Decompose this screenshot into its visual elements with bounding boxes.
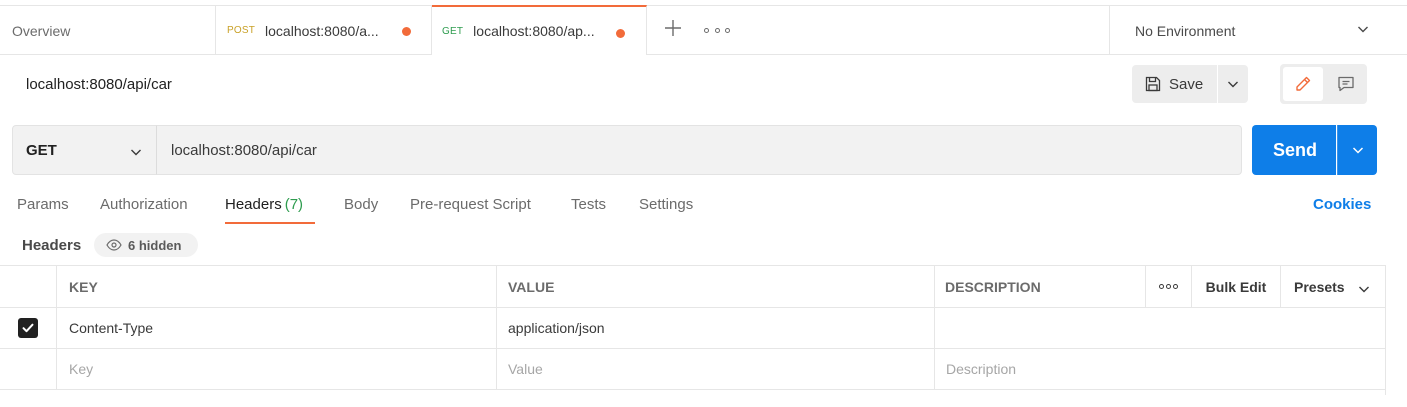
row-check-cell [0, 349, 57, 389]
more-icon [704, 27, 709, 33]
headers-table: KEY VALUE DESCRIPTION Bulk Edit Presets … [0, 265, 1386, 395]
tab-post-method: POST [227, 25, 256, 36]
tab-params[interactable]: Params [17, 196, 69, 213]
column-value: VALUE [497, 266, 935, 307]
url-input[interactable] [156, 125, 1242, 175]
new-description-input[interactable]: Description [935, 349, 1386, 389]
tab-headers[interactable]: Headers (7) [225, 196, 303, 213]
table-row: Content-Type application/json [0, 308, 1386, 349]
new-key-input[interactable]: Key [57, 349, 497, 389]
view-mode-toggle [1280, 64, 1367, 104]
header-check-cell [0, 266, 57, 307]
save-icon [1145, 76, 1161, 92]
active-tab-indicator [225, 222, 315, 224]
chevron-down-icon [1352, 147, 1363, 154]
presets-label: Presets [1294, 278, 1345, 295]
tab-authorization[interactable]: Authorization [100, 196, 188, 213]
plus-icon [665, 20, 681, 36]
header-enabled-checkbox[interactable] [18, 318, 38, 338]
chevron-down-icon [1359, 286, 1369, 293]
column-key: KEY [57, 266, 497, 307]
tab-headers-label: Headers [225, 196, 282, 213]
table-row-new: Key Value Description [0, 349, 1386, 390]
tab-settings[interactable]: Settings [639, 196, 693, 213]
tab-tests[interactable]: Tests [571, 196, 606, 213]
chevron-down-icon [131, 149, 141, 156]
header-key-cell[interactable]: Content-Type [57, 308, 497, 348]
header-description-cell[interactable] [935, 308, 1386, 348]
more-icon [1159, 284, 1178, 289]
hidden-headers-toggle[interactable]: 6 hidden [94, 233, 198, 257]
hidden-count-label: 6 hidden [128, 237, 182, 253]
unsaved-dot [402, 27, 411, 36]
tab-prerequest-script[interactable]: Pre-request Script [410, 196, 531, 213]
table-header-row: KEY VALUE DESCRIPTION Bulk Edit Presets [0, 266, 1386, 308]
tab-post-request[interactable]: POST localhost:8080/a... [216, 6, 432, 55]
value-placeholder: Value [508, 361, 543, 377]
key-placeholder: Key [69, 361, 94, 377]
column-description: DESCRIPTION [935, 266, 1146, 307]
headers-count: (7) [284, 196, 304, 213]
tab-get-request[interactable]: GET localhost:8080/ap... [432, 5, 647, 55]
tab-get-label: localhost:8080/ap... [473, 23, 595, 39]
description-placeholder: Description [946, 361, 1017, 377]
header-value-cell[interactable]: application/json [497, 308, 935, 348]
save-button[interactable]: Save [1132, 65, 1217, 103]
method-value: GET [26, 141, 57, 159]
method-select[interactable]: GET [12, 125, 157, 175]
send-options-button[interactable] [1337, 125, 1377, 175]
chevron-down-icon [1228, 81, 1238, 88]
presets-dropdown[interactable]: Presets [1281, 266, 1386, 307]
tab-get-method: GET [442, 25, 464, 37]
more-tabs-button[interactable] [704, 21, 730, 39]
comments-button[interactable] [1328, 67, 1364, 101]
headers-section-label: Headers [22, 237, 82, 254]
send-button[interactable]: Send [1252, 125, 1336, 175]
unsaved-dot [616, 29, 625, 38]
tab-overview[interactable]: Overview [0, 6, 216, 55]
row-check-cell [0, 308, 57, 348]
tab-overview-label: Overview [12, 22, 71, 39]
request-tab-bar: Overview POST localhost:8080/a... GET lo… [0, 5, 1407, 55]
tab-post-label: localhost:8080/a... [265, 22, 379, 39]
comment-icon [1338, 76, 1354, 92]
tab-body[interactable]: Body [344, 196, 378, 213]
new-value-input[interactable]: Value [497, 349, 935, 389]
save-options-button[interactable] [1218, 65, 1248, 103]
chevron-down-icon [1358, 26, 1368, 33]
send-label: Send [1272, 139, 1317, 160]
edit-icon [1296, 76, 1311, 91]
header-key-value: Content-Type [69, 320, 154, 336]
column-options-button[interactable] [1146, 266, 1192, 307]
eye-icon [106, 239, 122, 251]
check-icon [22, 323, 34, 333]
new-tab-button[interactable] [662, 19, 684, 41]
save-label: Save [1169, 75, 1204, 93]
environment-label: No Environment [1135, 22, 1236, 39]
cookies-link[interactable]: Cookies [1313, 196, 1371, 213]
bulk-edit-button[interactable]: Bulk Edit [1192, 266, 1281, 307]
request-title[interactable]: localhost:8080/api/car [26, 76, 172, 93]
environment-select[interactable]: No Environment [1109, 6, 1407, 55]
edit-mode-button[interactable] [1283, 67, 1323, 101]
header-value-value: application/json [508, 320, 605, 336]
